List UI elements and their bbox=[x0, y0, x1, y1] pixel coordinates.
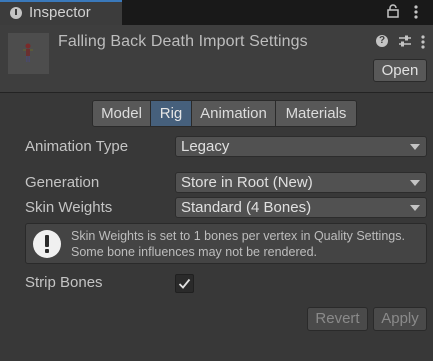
generation-dropdown[interactable]: Store in Root (New) bbox=[175, 172, 427, 193]
presets-icon[interactable] bbox=[398, 34, 412, 48]
animation-type-label: Animation Type bbox=[25, 138, 129, 155]
warning-text: Skin Weights is set to 1 bones per verte… bbox=[71, 229, 405, 259]
skin-weights-label: Skin Weights bbox=[25, 199, 113, 216]
import-settings-tabs: Model Rig Animation Materials bbox=[92, 100, 357, 127]
warning-exclamation-icon bbox=[33, 230, 61, 258]
skin-weights-dropdown[interactable]: Standard (4 Bones) bbox=[175, 197, 427, 218]
generation-label: Generation bbox=[25, 174, 100, 191]
tab-rig[interactable]: Rig bbox=[151, 101, 192, 126]
tab-materials[interactable]: Materials bbox=[276, 101, 356, 126]
help-icon[interactable]: ? bbox=[376, 35, 388, 47]
strip-bones-checkbox[interactable] bbox=[175, 274, 194, 293]
animation-type-value: Legacy bbox=[181, 138, 230, 155]
tab-model[interactable]: Model bbox=[93, 101, 151, 126]
animation-clip-thumbnail-icon bbox=[23, 43, 33, 62]
chevron-down-icon bbox=[410, 205, 420, 211]
strip-bones-label: Strip Bones bbox=[25, 274, 103, 291]
inspector-tab[interactable]: Inspector bbox=[0, 0, 122, 25]
lock-icon[interactable] bbox=[387, 4, 399, 18]
inspector-tab-label: Inspector bbox=[29, 4, 91, 21]
animation-type-dropdown[interactable]: Legacy bbox=[175, 136, 427, 157]
info-icon bbox=[10, 7, 22, 19]
skin-weights-warning-box: Skin Weights is set to 1 bones per verte… bbox=[25, 223, 427, 264]
tab-animation[interactable]: Animation bbox=[192, 101, 276, 126]
asset-thumbnail bbox=[8, 33, 49, 74]
open-button[interactable]: Open bbox=[373, 59, 427, 82]
skin-weights-value: Standard (4 Bones) bbox=[181, 199, 312, 216]
chevron-down-icon bbox=[410, 144, 420, 150]
revert-button[interactable]: Revert bbox=[307, 307, 368, 331]
generation-value: Store in Root (New) bbox=[181, 174, 313, 191]
page-title: Falling Back Death Import Settings bbox=[58, 33, 308, 50]
kebab-menu-icon[interactable] bbox=[414, 5, 418, 19]
inspector-header: Falling Back Death Import Settings ? Ope… bbox=[0, 25, 433, 93]
settings-menu-icon[interactable] bbox=[421, 35, 425, 49]
apply-button[interactable]: Apply bbox=[373, 307, 427, 331]
checkmark-icon bbox=[178, 278, 191, 289]
chevron-down-icon bbox=[410, 180, 420, 186]
window-tab-bar: Inspector bbox=[0, 0, 433, 25]
